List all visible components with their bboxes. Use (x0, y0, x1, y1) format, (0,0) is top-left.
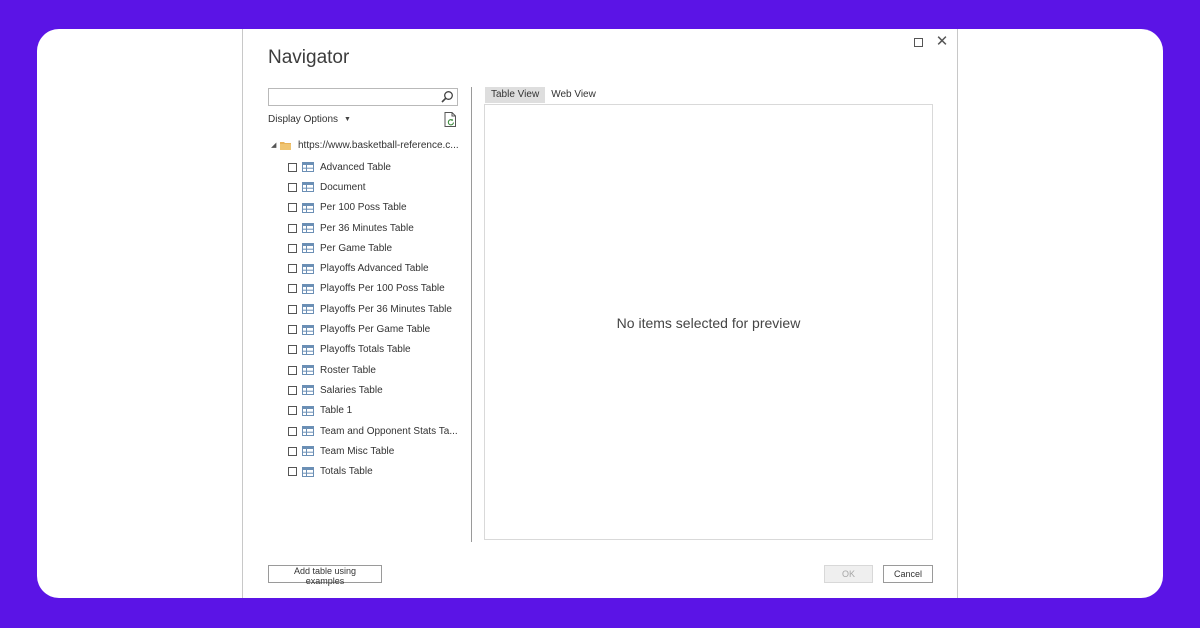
checkbox[interactable] (288, 426, 297, 436)
table-icon (302, 344, 314, 355)
navigator-dialog: Navigator ✕ Display Options ▼ ◢ https://… (242, 29, 958, 598)
tree-item-label: Playoffs Per 100 Poss Table (320, 283, 445, 295)
table-icon (302, 283, 314, 294)
expand-arrow-icon[interactable]: ◢ (271, 141, 280, 149)
checkbox[interactable] (288, 243, 297, 253)
table-icon (302, 223, 314, 234)
table-icon (302, 162, 314, 173)
tree-root-label: https://www.basketball-reference.c... (298, 139, 459, 151)
checkbox[interactable] (288, 264, 297, 274)
checkbox[interactable] (288, 345, 297, 355)
tree-item-per-100-poss-table[interactable]: Per 100 Poss Table (271, 198, 466, 218)
tree-item-playoffs-advanced-table[interactable]: Playoffs Advanced Table (271, 258, 466, 278)
tree-item-label: Team and Opponent Stats Ta... (320, 425, 458, 437)
content-card: Navigator ✕ Display Options ▼ ◢ https://… (37, 29, 1163, 598)
table-icon (302, 324, 314, 335)
search-icon[interactable] (440, 90, 454, 104)
tree-item-label: Document (320, 181, 366, 193)
display-options-label: Display Options (268, 114, 339, 125)
table-icon (302, 426, 314, 436)
tree-item-team-misc-table[interactable]: Team Misc Table (271, 441, 466, 461)
tree-item-label: Salaries Table (320, 384, 383, 396)
tree-item-totals-table[interactable]: Totals Table (271, 461, 466, 481)
tree-item-roster-table[interactable]: Roster Table (271, 360, 466, 380)
tree-item-label: Playoffs Per 36 Minutes Table (320, 303, 452, 315)
tree-root-node[interactable]: ◢ https://www.basketball-reference.c... (271, 137, 466, 153)
table-icon (302, 304, 314, 315)
table-icon (302, 182, 314, 193)
tab-web-view[interactable]: Web View (545, 87, 602, 103)
checkbox[interactable] (288, 325, 297, 335)
tree-item-playoffs-per-game-table[interactable]: Playoffs Per Game Table (271, 319, 466, 339)
checkbox[interactable] (288, 406, 297, 416)
preview-tabs: Table View Web View (485, 87, 602, 103)
maximize-icon (913, 37, 923, 47)
tree-item-playoffs-per-100-poss-table[interactable]: Playoffs Per 100 Poss Table (271, 279, 466, 299)
table-icon (302, 202, 314, 213)
tree-item-advanced-table[interactable]: Advanced Table (271, 157, 466, 177)
tree-item-list: Advanced Table Document Per 100 Poss Tab… (271, 157, 466, 482)
tree-item-salaries-table[interactable]: Salaries Table (271, 380, 466, 400)
preview-pane: No items selected for preview (484, 104, 933, 540)
display-options-dropdown[interactable]: Display Options ▼ (268, 114, 351, 125)
tree-item-label: Team Misc Table (320, 445, 395, 457)
checkbox[interactable] (288, 182, 297, 192)
tree-item-label: Table 1 (320, 405, 353, 417)
checkbox[interactable] (288, 162, 297, 172)
search-box (268, 88, 458, 106)
cancel-button[interactable]: Cancel (883, 565, 933, 583)
tree-item-team-and-opponent-stats-table[interactable]: Team and Opponent Stats Ta... (271, 421, 466, 441)
search-input[interactable] (269, 89, 437, 105)
tree-item-label: Per 36 Minutes Table (320, 222, 414, 234)
checkbox[interactable] (288, 284, 297, 294)
tab-table-view[interactable]: Table View (485, 87, 546, 103)
tree-item-label: Totals Table (320, 466, 373, 478)
tree-item-per-game-table[interactable]: Per Game Table (271, 238, 466, 258)
tree-item-playoffs-totals-table[interactable]: Playoffs Totals Table (271, 340, 466, 360)
checkbox[interactable] (288, 385, 297, 395)
table-icon (302, 365, 314, 376)
tree-item-label: Roster Table (320, 364, 376, 376)
table-icon (302, 405, 314, 416)
checkbox[interactable] (288, 467, 297, 477)
tree-item-label: Advanced Table (320, 161, 391, 173)
tree-item-label: Playoffs Totals Table (320, 344, 411, 356)
chevron-down-icon: ▼ (344, 116, 351, 123)
tree-item-playoffs-per-36-minutes-table[interactable]: Playoffs Per 36 Minutes Table (271, 299, 466, 319)
tree-item-label: Playoffs Advanced Table (320, 263, 429, 275)
ok-button[interactable]: OK (824, 565, 873, 583)
tree-item-label: Per 100 Poss Table (320, 202, 407, 214)
navigator-tree: ◢ https://www.basketball-reference.c... … (271, 137, 466, 482)
table-icon (302, 446, 314, 457)
add-table-using-examples-button[interactable]: Add table using examples (268, 565, 382, 586)
checkbox[interactable] (288, 304, 297, 314)
table-icon (302, 385, 314, 396)
checkbox[interactable] (288, 223, 297, 233)
dialog-title: Navigator (268, 47, 350, 68)
tree-item-table-1[interactable]: Table 1 (271, 401, 466, 421)
folder-icon (280, 141, 291, 150)
table-icon (302, 243, 314, 254)
table-icon (302, 466, 314, 477)
refresh-document-icon[interactable] (444, 112, 457, 127)
close-button[interactable]: ✕ (933, 33, 951, 51)
tree-item-label: Playoffs Per Game Table (320, 324, 431, 336)
checkbox[interactable] (288, 446, 297, 456)
checkbox[interactable] (288, 203, 297, 213)
maximize-button[interactable] (909, 33, 927, 51)
pane-splitter[interactable] (471, 87, 472, 542)
tree-item-document[interactable]: Document (271, 177, 466, 197)
tree-item-per-36-minutes-table[interactable]: Per 36 Minutes Table (271, 218, 466, 238)
checkbox[interactable] (288, 365, 297, 375)
tree-item-label: Per Game Table (320, 242, 393, 254)
preview-empty-message: No items selected for preview (616, 315, 801, 331)
table-icon (302, 263, 314, 274)
